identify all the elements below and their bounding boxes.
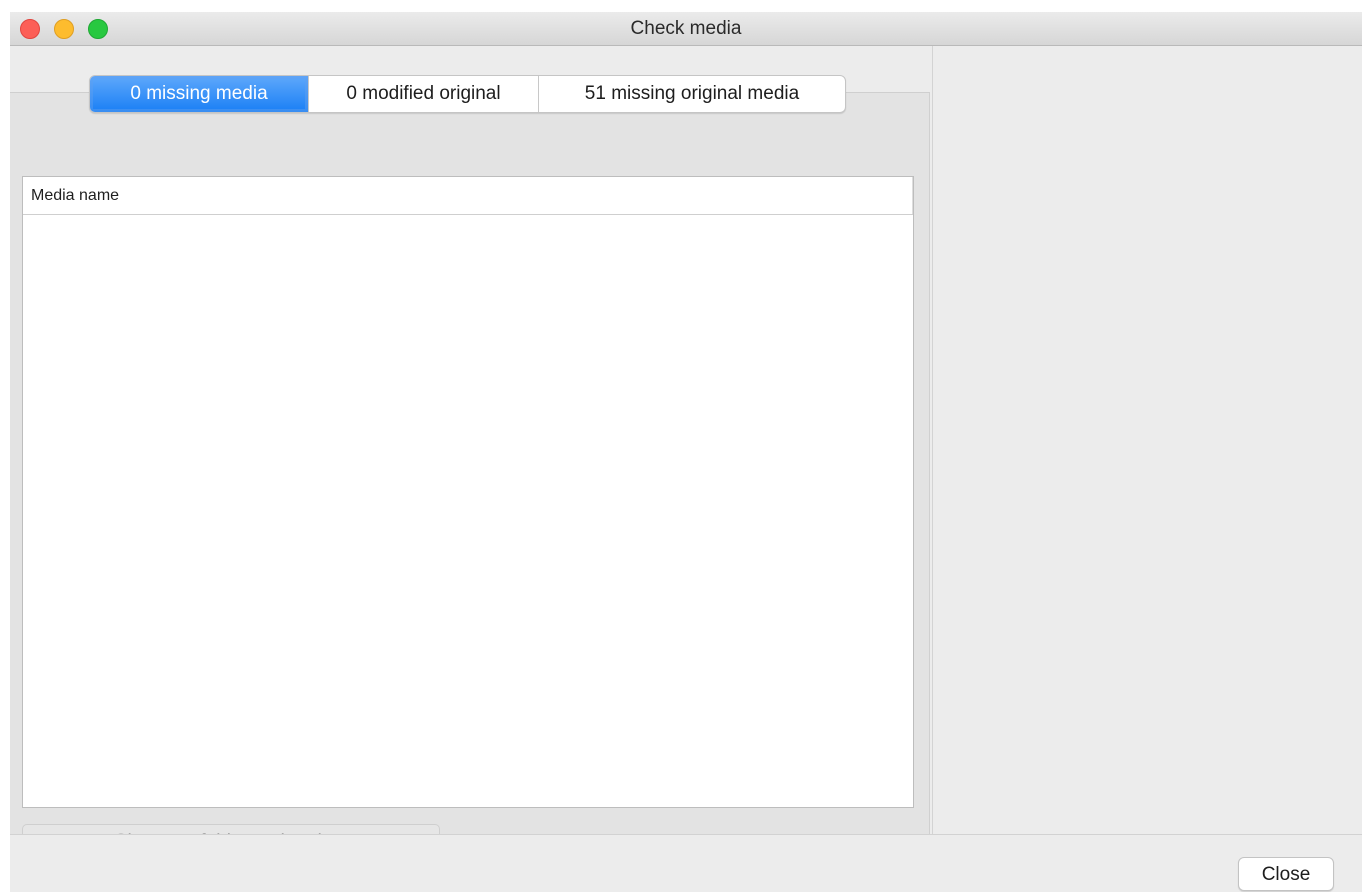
close-button[interactable]: Close [1238,857,1334,891]
tab-bar: 0 missing media 0 modified original 51 m… [89,75,846,113]
media-table[interactable]: Media name [22,176,914,808]
bottom-bar: Close [10,834,1362,892]
table-header: Media name [23,177,913,215]
tab-missing-original-media[interactable]: 51 missing original media [538,76,845,112]
window-title: Check media [630,18,742,39]
right-pane [932,46,1362,834]
check-media-window: Check media 0 missing media 0 modified o… [10,12,1362,892]
title-bar[interactable]: Check media [10,12,1362,46]
tab-panel: Media name Choose a folder and update [10,92,930,858]
tab-modified-original[interactable]: 0 modified original [308,76,538,112]
column-header-media-name[interactable]: Media name [23,177,913,214]
tab-missing-media[interactable]: 0 missing media [90,76,308,112]
left-pane: 0 missing media 0 modified original 51 m… [10,46,932,858]
